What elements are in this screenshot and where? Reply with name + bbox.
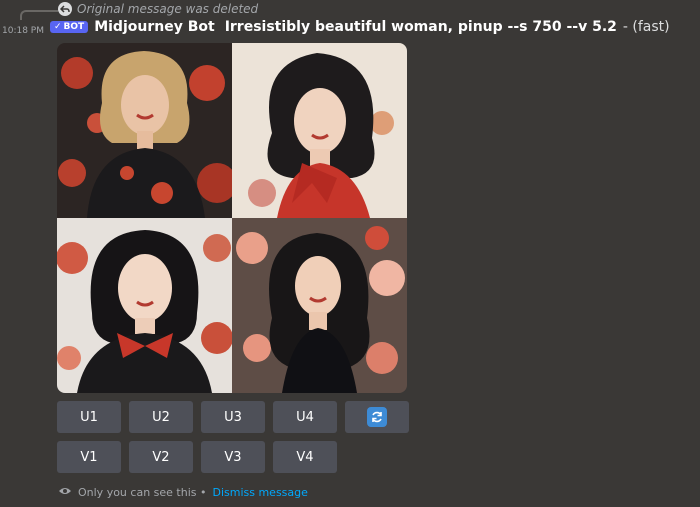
checkmark-icon: ✓	[54, 22, 62, 32]
variation-button-4[interactable]: V4	[273, 441, 337, 473]
eye-icon	[58, 486, 72, 499]
generated-image-4[interactable]	[232, 218, 407, 393]
variation-row: V1 V2 V3 V4	[57, 441, 409, 473]
upscale-button-3[interactable]: U3	[201, 401, 265, 433]
dismiss-message-link[interactable]: Dismiss message	[212, 486, 307, 499]
bot-badge: ✓ BOT	[50, 21, 89, 33]
refresh-icon	[367, 407, 387, 427]
variation-button-2[interactable]: V2	[129, 441, 193, 473]
generated-image-1[interactable]	[57, 43, 232, 218]
bot-badge-label: BOT	[63, 22, 85, 32]
variation-button-1[interactable]: V1	[57, 441, 121, 473]
generated-image-2[interactable]	[232, 43, 407, 218]
reply-text: Original message was deleted	[77, 2, 259, 16]
ephemeral-notice: Only you can see this • Dismiss message	[58, 486, 308, 499]
upscale-button-4[interactable]: U4	[273, 401, 337, 433]
mode-label: - (fast)	[622, 19, 670, 35]
upscale-row: U1 U2 U3 U4	[57, 401, 409, 433]
action-buttons: U1 U2 U3 U4 V1 V2 V3 V4	[57, 401, 409, 481]
variation-button-3[interactable]: V3	[201, 441, 265, 473]
upscale-button-2[interactable]: U2	[129, 401, 193, 433]
message-timestamp: 10:18 PM	[2, 26, 44, 36]
reroll-button[interactable]	[345, 401, 409, 433]
username[interactable]: Midjourney Bot	[94, 19, 214, 35]
reply-preview[interactable]: Original message was deleted	[58, 2, 258, 16]
message-header: ✓ BOT Midjourney Bot Irresistibly beauti…	[50, 19, 670, 35]
prompt-text: Irresistibly beautiful woman, pinup --s …	[224, 19, 617, 35]
ephemeral-note: Only you can see this •	[78, 486, 207, 499]
image-grid[interactable]	[57, 43, 407, 393]
reply-arrow-icon	[58, 2, 72, 16]
upscale-button-1[interactable]: U1	[57, 401, 121, 433]
generated-image-3[interactable]	[57, 218, 232, 393]
